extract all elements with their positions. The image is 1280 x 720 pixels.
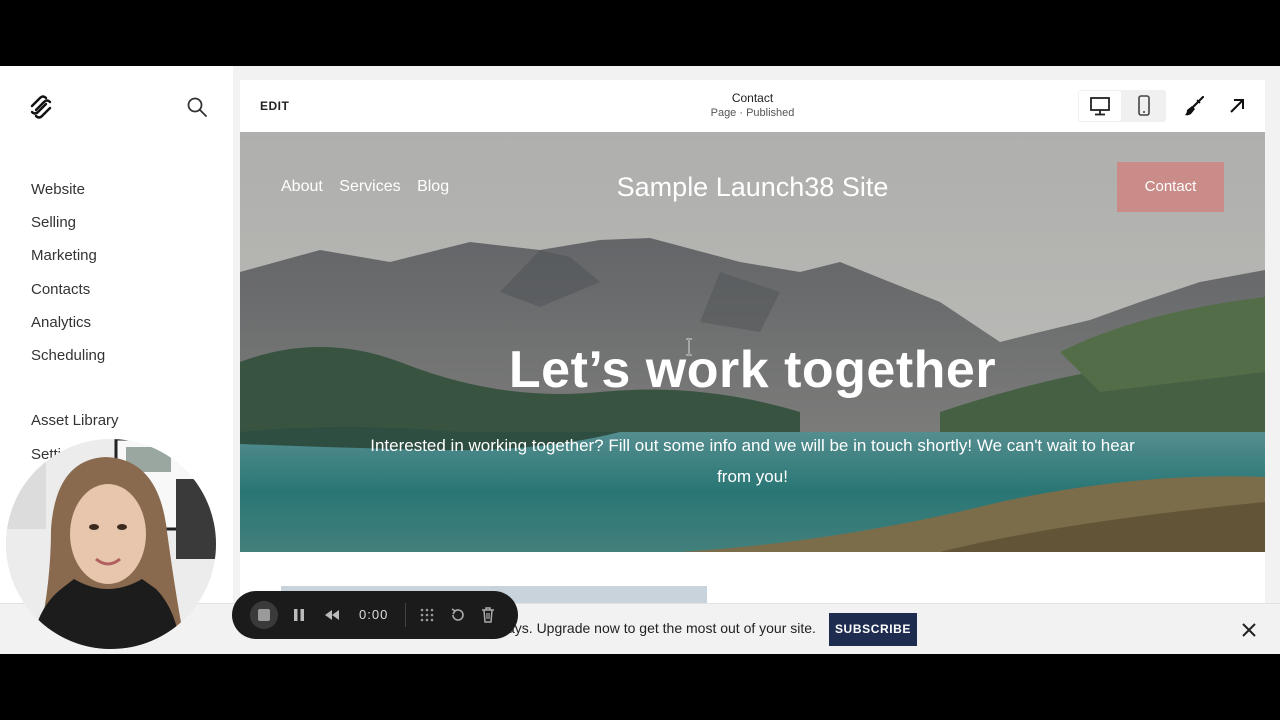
device-view-toggle [1078,90,1166,122]
sidebar-item-analytics[interactable]: Analytics [31,313,105,346]
paintbrush-icon[interactable] [1183,95,1205,117]
site-title[interactable]: Sample Launch38 Site [240,172,1265,203]
sidebar-item-website[interactable]: Website [31,180,105,213]
restart-icon[interactable] [449,606,467,624]
rewind-icon[interactable] [323,606,341,624]
webcam-bubble[interactable] [6,439,216,649]
presenter-video [6,439,216,649]
toolbar-divider [405,603,406,627]
sidebar-item-marketing[interactable]: Marketing [31,246,105,279]
close-icon[interactable] [1240,621,1258,639]
sidebar-item-scheduling[interactable]: Scheduling [31,346,105,379]
mobile-icon [1138,95,1150,116]
text-cursor-icon [686,338,692,356]
editor-toolbar: EDIT Contact Page · Published [240,80,1265,132]
arrow-up-right-icon[interactable] [1227,96,1247,116]
hero-description[interactable]: Interested in working together? Fill out… [355,430,1150,492]
recording-toolbar: 0:00 [232,591,518,639]
desktop-icon [1090,97,1110,116]
mobile-view-button[interactable] [1123,91,1165,121]
recording-timer: 0:00 [359,607,389,622]
page-editor: EDIT Contact Page · Published About Serv… [240,80,1265,654]
trash-icon[interactable] [479,606,497,624]
grid-dots-icon[interactable] [418,606,436,624]
stop-icon [258,609,270,621]
hero-headline[interactable]: Let’s work together [240,340,1265,400]
sidebar-item-asset-library[interactable]: Asset Library [31,412,119,429]
desktop-view-button[interactable] [1079,91,1121,121]
trial-banner-text: ays. Upgrade now to get the most out of … [507,620,816,636]
pause-icon[interactable] [290,606,308,624]
sidebar-item-contacts[interactable]: Contacts [31,280,105,313]
stop-recording-button[interactable] [250,601,278,629]
contact-cta-button[interactable]: Contact [1117,162,1224,212]
sidebar-item-selling[interactable]: Selling [31,213,105,246]
squarespace-logo-icon[interactable] [28,94,54,120]
sidebar-nav: Website Selling Marketing Contacts Analy… [31,180,105,379]
hero-section[interactable]: About Services Blog Sample Launch38 Site… [240,132,1265,552]
subscribe-button[interactable]: SUBSCRIBE [829,613,917,646]
search-icon[interactable] [186,96,208,118]
